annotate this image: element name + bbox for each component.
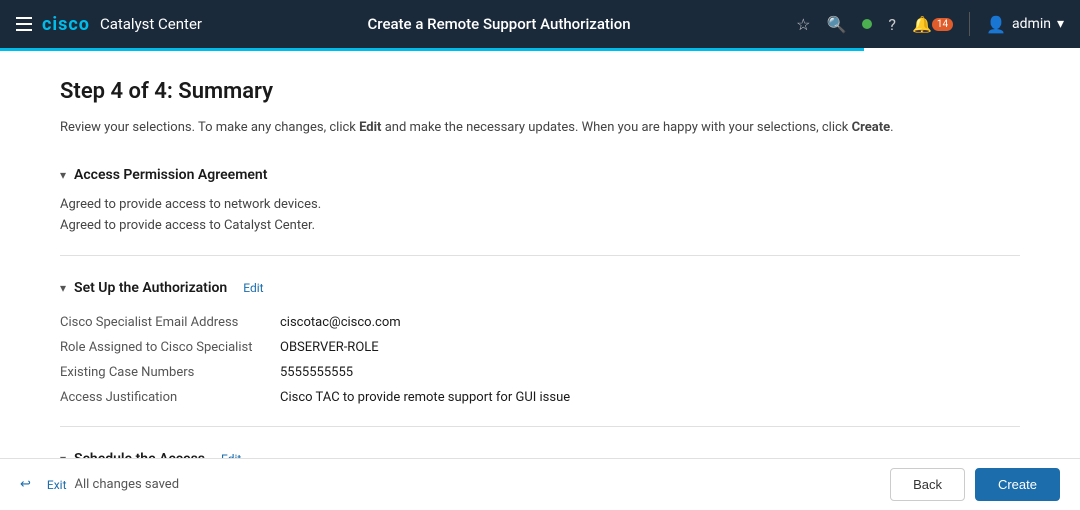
description-edit: Edit: [359, 120, 381, 135]
help-icon[interactable]: ?: [888, 15, 896, 34]
footer: ↩ Exit All changes saved Back Create: [0, 458, 1080, 510]
app-title: Catalyst Center: [100, 15, 202, 33]
table-row: Cisco Specialist Email Address ciscotac@…: [60, 310, 1020, 335]
description-part1: Review your selections. To make any chan…: [60, 120, 359, 135]
access-permission-header: ▾ Access Permission Agreement: [60, 167, 1020, 183]
schedule-access-title: Schedule the Access: [74, 451, 205, 458]
access-permission-items: Agreed to provide access to network devi…: [60, 197, 1020, 233]
access-permission-title: Access Permission Agreement: [74, 167, 267, 183]
description-create: Create: [852, 120, 891, 135]
schedule-access-section: ▾ Schedule the Access Edit Scheduled For…: [60, 451, 1020, 458]
exit-button[interactable]: Exit: [47, 478, 67, 492]
cisco-logo-text: cisco: [42, 14, 90, 35]
saved-status: All changes saved: [75, 477, 180, 492]
user-name: admin: [1012, 16, 1051, 32]
field-label-justification: Access Justification: [60, 390, 280, 405]
field-label-role: Role Assigned to Cisco Specialist: [60, 340, 280, 355]
description-end: .: [890, 120, 893, 135]
table-row: Role Assigned to Cisco Specialist OBSERV…: [60, 335, 1020, 360]
setup-authorization-fields: Cisco Specialist Email Address ciscotac@…: [60, 310, 1020, 410]
footer-left: ↩ Exit All changes saved: [20, 477, 179, 492]
status-dot: [862, 19, 872, 29]
user-icon: 👤: [986, 15, 1006, 34]
field-value-justification: Cisco TAC to provide remote support for …: [280, 390, 570, 405]
step-title: Step 4 of 4: Summary: [60, 79, 1020, 104]
hamburger-icon[interactable]: [16, 17, 32, 31]
setup-authorization-edit[interactable]: Edit: [243, 281, 263, 295]
footer-right: Back Create: [890, 468, 1060, 501]
agreement-item-1: Agreed to provide access to network devi…: [60, 197, 1020, 212]
agreement-item-2: Agreed to provide access to Catalyst Cen…: [60, 218, 1020, 233]
table-row: Existing Case Numbers 5555555555: [60, 360, 1020, 385]
notifications-badge[interactable]: 🔔 14: [912, 15, 953, 34]
bell-icon[interactable]: 🔔: [912, 15, 932, 34]
setup-authorization-title: Set Up the Authorization: [74, 280, 227, 296]
field-value-role: OBSERVER-ROLE: [280, 340, 379, 355]
create-button[interactable]: Create: [975, 468, 1060, 501]
description-part2: and make the necessary updates. When you…: [381, 120, 851, 135]
exit-icon: ↩: [20, 477, 31, 492]
header-left: cisco Catalyst Center: [16, 14, 202, 35]
cisco-logo: cisco: [42, 14, 90, 35]
user-dropdown-icon: ▾: [1057, 16, 1064, 32]
chevron-down-icon-2: ▾: [60, 281, 66, 295]
access-permission-section: ▾ Access Permission Agreement Agreed to …: [60, 167, 1020, 256]
search-icon[interactable]: 🔍: [826, 15, 846, 34]
step-description: Review your selections. To make any chan…: [60, 118, 1020, 139]
header-page-title: Create a Remote Support Authorization: [202, 15, 796, 33]
chevron-down-icon: ▾: [60, 168, 66, 182]
field-label-case: Existing Case Numbers: [60, 365, 280, 380]
main-content: Step 4 of 4: Summary Review your selecti…: [0, 51, 1080, 458]
field-value-email: ciscotac@cisco.com: [280, 315, 401, 330]
schedule-access-header: ▾ Schedule the Access Edit: [60, 451, 1020, 458]
user-menu[interactable]: 👤 admin ▾: [986, 15, 1064, 34]
notifications-count: 14: [932, 18, 953, 31]
star-icon[interactable]: ☆: [796, 15, 810, 34]
field-label-email: Cisco Specialist Email Address: [60, 315, 280, 330]
setup-authorization-header: ▾ Set Up the Authorization Edit: [60, 280, 1020, 296]
header-right: ☆ 🔍 ? 🔔 14 👤 admin ▾: [796, 12, 1064, 36]
app-header: cisco Catalyst Center Create a Remote Su…: [0, 0, 1080, 48]
table-row: Access Justification Cisco TAC to provid…: [60, 385, 1020, 410]
back-button[interactable]: Back: [890, 468, 965, 501]
field-value-case: 5555555555: [280, 365, 353, 380]
setup-authorization-section: ▾ Set Up the Authorization Edit Cisco Sp…: [60, 280, 1020, 427]
